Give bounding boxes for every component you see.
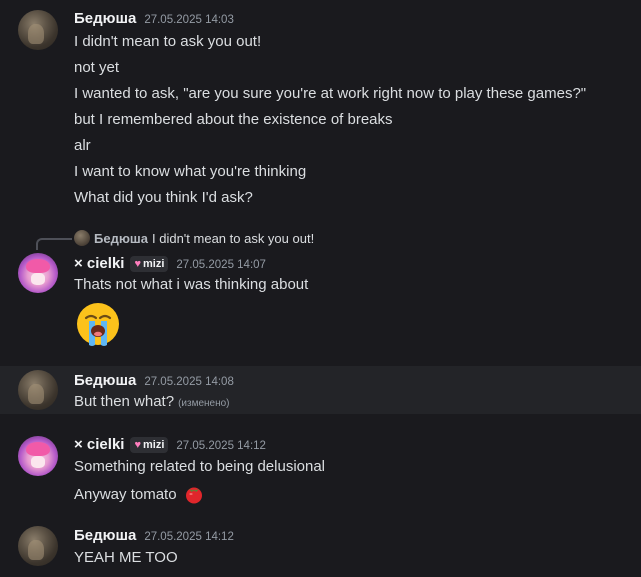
avatar[interactable]: [18, 526, 58, 566]
message-text: I wanted to ask, "are you sure you're at…: [74, 85, 587, 102]
message-text: not yet: [74, 59, 120, 76]
loudly-crying-face-icon[interactable]: [74, 300, 122, 348]
message-text: What did you think I'd ask?: [74, 189, 253, 206]
timestamp: 27.05.2025 14:07: [176, 259, 266, 271]
message-header: Бедюша 27.05.2025 14:12: [74, 527, 234, 544]
avatar[interactable]: [18, 436, 58, 476]
message-text: YEAH ME TOO: [74, 549, 178, 566]
message-header: Бедюша 27.05.2025 14:03: [74, 10, 234, 27]
message-group: Бедюша 27.05.2025 14:08 But then what? (и…: [0, 366, 641, 414]
message-text: I didn't mean to ask you out!: [74, 33, 262, 50]
message-body: Anyway tomato: [74, 486, 177, 503]
avatar[interactable]: [18, 10, 58, 50]
message-body: But then what?: [74, 393, 175, 410]
message-text: Something related to being delusional: [74, 458, 326, 475]
message-header: × cielki ♥ mizi 27.05.2025 14:07: [74, 255, 266, 273]
tomato-icon[interactable]: [184, 484, 204, 504]
avatar: [74, 230, 90, 246]
heart-icon: ♥: [134, 258, 141, 270]
tag-label: mizi: [143, 258, 165, 270]
username[interactable]: × cielki: [74, 255, 124, 272]
user-tag: ♥ mizi: [130, 256, 169, 272]
message-text: Thats not what i was thinking about: [74, 276, 309, 293]
reply-reference[interactable]: Бедюша I didn't mean to ask you out!: [74, 230, 314, 246]
reply-text: I didn't mean to ask you out!: [152, 230, 315, 246]
message-text: Anyway tomato: [74, 484, 204, 504]
username[interactable]: Бедюша: [74, 10, 136, 27]
message-header: × cielki ♥ mizi 27.05.2025 14:12: [74, 436, 266, 454]
message-text: I want to know what you're thinking: [74, 163, 307, 180]
tag-label: mizi: [143, 439, 165, 451]
avatar[interactable]: [18, 253, 58, 293]
heart-icon: ♥: [134, 439, 141, 451]
username[interactable]: × cielki: [74, 436, 124, 453]
timestamp: 27.05.2025 14:12: [144, 531, 234, 543]
reply-username: Бедюша: [94, 230, 148, 246]
timestamp: 27.05.2025 14:08: [144, 376, 234, 388]
timestamp: 27.05.2025 14:03: [144, 14, 234, 26]
reply-connector: [36, 238, 72, 250]
avatar[interactable]: [18, 370, 58, 410]
user-tag: ♥ mizi: [130, 437, 169, 453]
timestamp: 27.05.2025 14:12: [176, 440, 266, 452]
chat-messages: Бедюша 27.05.2025 14:03 I didn't mean to…: [0, 0, 641, 577]
message-text: But then what? (изменено): [74, 393, 230, 410]
username[interactable]: Бедюша: [74, 527, 136, 544]
message-text: alr: [74, 137, 91, 154]
username[interactable]: Бедюша: [74, 372, 136, 389]
message-header: Бедюша 27.05.2025 14:08: [74, 372, 234, 389]
edited-label: (изменено): [178, 398, 230, 409]
message-text: but I remembered about the existence of …: [74, 111, 393, 128]
